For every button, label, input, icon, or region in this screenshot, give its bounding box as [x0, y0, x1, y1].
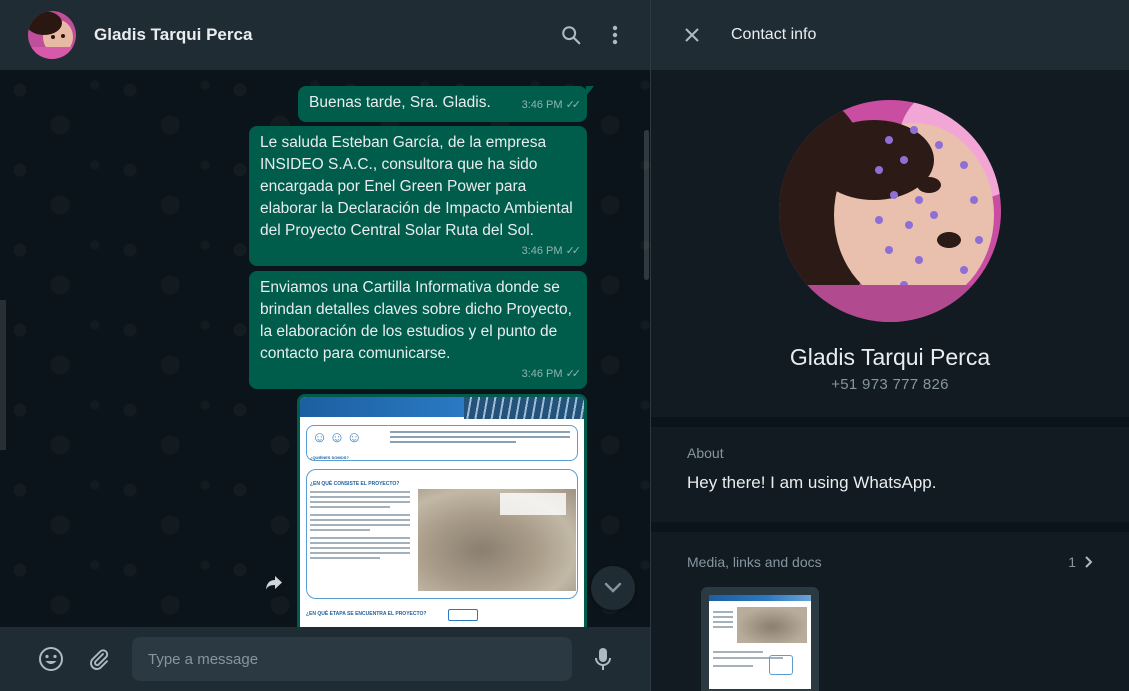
text-line	[310, 529, 370, 531]
solar-panels-graphic	[464, 397, 584, 419]
message-time: 3:46 PM	[521, 99, 563, 111]
media-header[interactable]: Media, links and docs 1	[687, 554, 1093, 570]
message-time: 3:46 PM	[521, 368, 563, 380]
document-section-title: ¿EN QUÉ CONSISTE EL PROYECTO?	[310, 481, 400, 487]
text-line	[310, 542, 410, 544]
message-list[interactable]: Buenas tarde, Sra. Gladis. 3:46 PM ✓✓ Le…	[0, 70, 650, 627]
chevron-right-icon	[1085, 556, 1093, 568]
text-line	[310, 501, 410, 503]
document-section-label: ¿QUIÉNES SOMOS?	[310, 455, 349, 460]
message-text: Le saluda Esteban García, de la empresa …	[260, 134, 573, 239]
people-icon: ☺☺☺	[312, 429, 364, 446]
about-section: About Hey there! I am using WhatsApp.	[651, 427, 1129, 522]
message-meta: 3:46 PM ✓✓	[521, 94, 582, 116]
map-legend	[500, 493, 566, 515]
text-line	[713, 611, 733, 613]
text-line	[713, 665, 753, 667]
text-line	[713, 626, 733, 628]
pane-edge	[0, 300, 6, 450]
text-line	[310, 519, 410, 521]
media-count: 1	[1068, 554, 1076, 570]
text-line	[390, 441, 516, 443]
contact-avatar[interactable]	[28, 11, 76, 59]
whatsapp-app: Gladis Tarqui Perca Buenas tarde, Sra. G…	[0, 0, 1129, 691]
document-badge	[448, 609, 478, 621]
about-value: Hey there! I am using WhatsApp.	[687, 473, 937, 492]
image-message[interactable]: ☺☺☺ ¿QUIÉNES SOMOS? ¿EN QUÉ CONSISTE EL …	[297, 394, 587, 627]
message-input[interactable]	[132, 637, 572, 681]
message-meta: 3:46 PM ✓✓	[521, 240, 582, 262]
composer-bar	[0, 627, 650, 691]
forward-icon	[266, 576, 282, 590]
divider	[651, 522, 1129, 532]
message-text: Buenas tarde, Sra. Gladis.	[309, 94, 491, 111]
chat-header[interactable]: Gladis Tarqui Perca	[0, 0, 650, 70]
contact-info-header: Contact info	[651, 0, 1129, 70]
media-count-link[interactable]: 1	[1068, 554, 1093, 570]
text-line	[310, 496, 410, 498]
read-ticks-icon: ✓✓	[565, 245, 582, 257]
chat-title[interactable]: Gladis Tarqui Perca	[94, 25, 547, 45]
forward-button[interactable]	[259, 568, 289, 598]
scroll-down-button[interactable]	[591, 566, 635, 610]
text-line	[310, 537, 410, 539]
text-line	[713, 651, 763, 653]
read-ticks-icon: ✓✓	[565, 368, 582, 380]
text-line	[310, 506, 390, 508]
message-meta: 3:46 PM ✓✓	[521, 363, 582, 385]
message-bubble[interactable]: Enviamos una Cartilla Informativa donde …	[249, 271, 587, 389]
search-icon[interactable]	[551, 15, 591, 55]
document-image[interactable]: ☺☺☺ ¿QUIÉNES SOMOS? ¿EN QUÉ CONSISTE EL …	[300, 397, 584, 627]
about-label: About	[687, 445, 724, 461]
message-time: 3:46 PM	[521, 245, 563, 257]
document-banner	[709, 595, 811, 601]
text-line	[310, 514, 410, 516]
media-section: Media, links and docs 1	[651, 532, 1129, 691]
document-intro-text	[390, 431, 570, 446]
text-line	[310, 524, 410, 526]
text-line	[713, 616, 733, 618]
text-line	[390, 436, 570, 438]
message-text: Enviamos una Cartilla Informativa donde …	[260, 279, 572, 362]
contact-info-pane: Contact info Gladis Tarqui Perca +51 973…	[651, 0, 1129, 691]
contact-info-title: Contact info	[731, 26, 817, 43]
text-line	[310, 547, 410, 549]
divider	[651, 417, 1129, 427]
text-line	[310, 552, 410, 554]
attach-icon[interactable]	[82, 642, 116, 676]
text-line	[713, 621, 733, 623]
close-icon[interactable]	[681, 24, 703, 46]
text-line	[310, 557, 380, 559]
profile-section: Gladis Tarqui Perca +51 973 777 826	[651, 70, 1129, 417]
scrollbar[interactable]	[644, 130, 649, 280]
profile-photo[interactable]	[779, 100, 1001, 322]
emoji-icon[interactable]	[34, 642, 68, 676]
mic-icon[interactable]	[586, 642, 620, 676]
profile-phone: +51 973 777 826	[831, 376, 949, 393]
bubble-tail	[586, 86, 594, 96]
menu-icon[interactable]	[595, 15, 635, 55]
document-thumbnail	[709, 595, 811, 689]
message-bubble[interactable]: Le saluda Esteban García, de la empresa …	[249, 126, 587, 266]
text-line	[310, 491, 410, 493]
document-body-text	[310, 491, 410, 562]
chevron-down-icon	[604, 582, 622, 593]
message-bubble[interactable]: Buenas tarde, Sra. Gladis. 3:46 PM ✓✓	[298, 86, 594, 122]
chat-pane: Gladis Tarqui Perca Buenas tarde, Sra. G…	[0, 0, 651, 691]
document-diagram	[769, 655, 793, 675]
media-label: Media, links and docs	[687, 554, 822, 570]
read-ticks-icon: ✓✓	[565, 99, 582, 111]
profile-name: Gladis Tarqui Perca	[789, 344, 991, 370]
text-line	[390, 431, 570, 433]
media-thumbnail[interactable]	[701, 587, 819, 691]
document-section-title: ¿EN QUÉ ETAPA SE ENCUENTRA EL PROYECTO?	[306, 611, 427, 617]
satellite-map-image	[737, 607, 807, 643]
